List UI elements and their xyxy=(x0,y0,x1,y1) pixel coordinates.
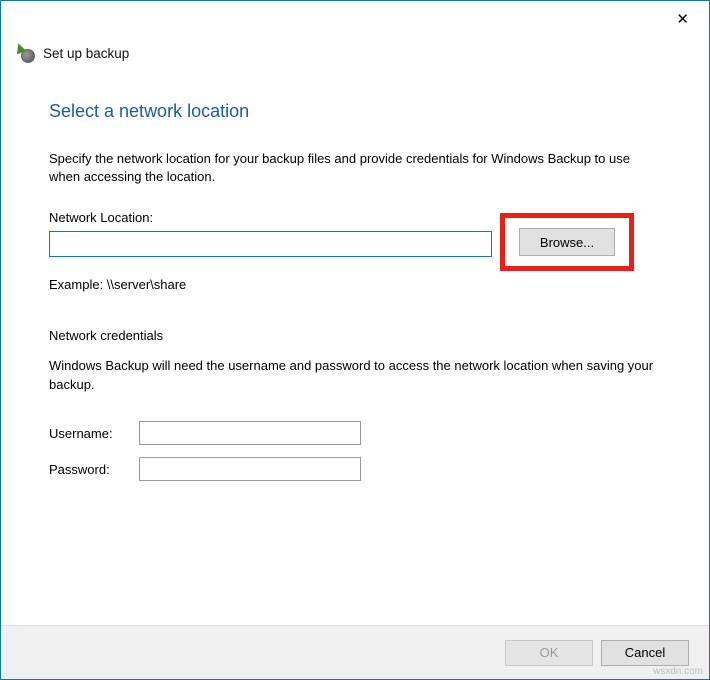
username-row: Username: xyxy=(49,421,661,445)
watermark: wsxdn.com xyxy=(653,666,703,677)
dialog-footer: OK Cancel xyxy=(1,625,709,679)
browse-button[interactable]: Browse... xyxy=(519,228,615,256)
ok-button[interactable]: OK xyxy=(505,640,593,666)
wizard-title: Set up backup xyxy=(43,46,129,61)
dialog-content: Select a network location Specify the ne… xyxy=(1,73,709,481)
password-input[interactable] xyxy=(139,457,361,481)
instruction-text: Specify the network location for your ba… xyxy=(49,150,661,186)
close-icon[interactable]: ✕ xyxy=(668,6,697,32)
username-input[interactable] xyxy=(139,421,361,445)
password-label: Password: xyxy=(49,462,139,477)
password-row: Password: xyxy=(49,457,661,481)
credentials-heading: Network credentials xyxy=(49,328,661,343)
titlebar: ✕ xyxy=(1,1,709,37)
cancel-button[interactable]: Cancel xyxy=(601,640,689,666)
page-heading: Select a network location xyxy=(49,101,661,122)
wizard-header: Set up backup xyxy=(1,37,709,73)
network-location-input[interactable] xyxy=(49,231,492,257)
example-text: Example: \\server\share xyxy=(49,277,661,292)
browse-highlight-box: Browse... xyxy=(500,213,634,271)
backup-wizard-icon xyxy=(15,43,35,63)
username-label: Username: xyxy=(49,426,139,441)
network-location-row: Browse... xyxy=(49,231,661,271)
credentials-instruction: Windows Backup will need the username an… xyxy=(49,357,661,395)
